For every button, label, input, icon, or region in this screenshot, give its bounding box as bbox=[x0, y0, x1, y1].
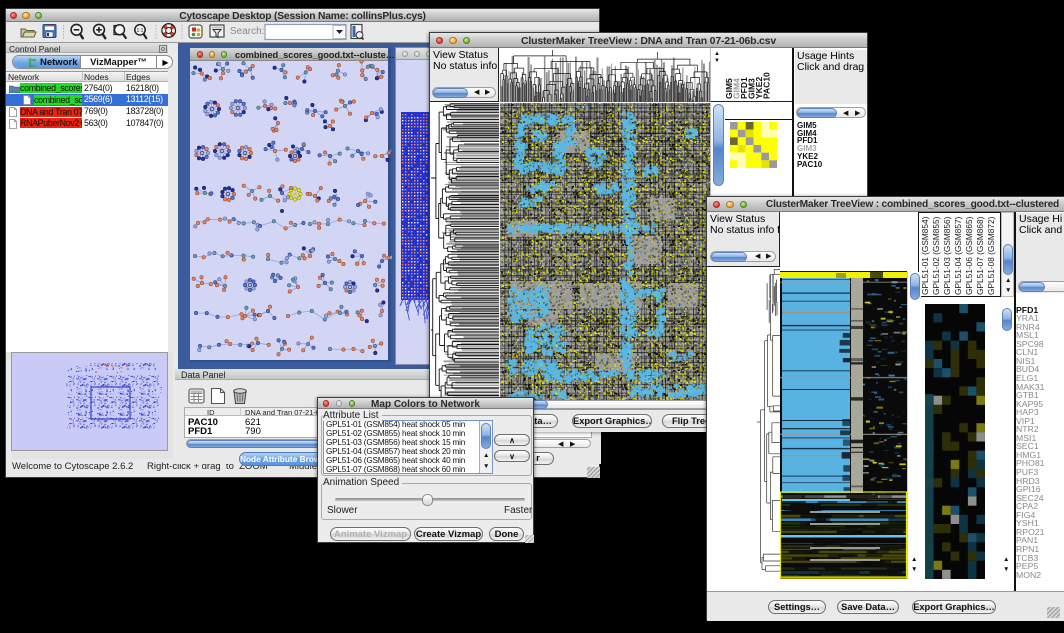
svg-text:GPL51-07 (GSM868): GPL51-07 (GSM868) bbox=[975, 216, 985, 295]
svg-text:GPL51-01 (GSM854): GPL51-01 (GSM854) bbox=[920, 216, 930, 295]
svg-text:GPL51-06 (GSM865): GPL51-06 (GSM865) bbox=[964, 216, 974, 295]
svg-text:GPL51-03 (GSM856): GPL51-03 (GSM856) bbox=[942, 216, 952, 295]
svg-text:GPL51-02 (GSM855): GPL51-02 (GSM855) bbox=[931, 216, 941, 295]
svg-text:PAC10: PAC10 bbox=[762, 72, 772, 99]
svg-text:1:1: 1:1 bbox=[137, 28, 144, 34]
svg-text:GPL51-08 (GSM872): GPL51-08 (GSM872) bbox=[986, 216, 996, 295]
svg-text:GPL51-04 (GSM857): GPL51-04 (GSM857) bbox=[953, 216, 963, 295]
svg-text:Search:: Search: bbox=[230, 26, 264, 37]
